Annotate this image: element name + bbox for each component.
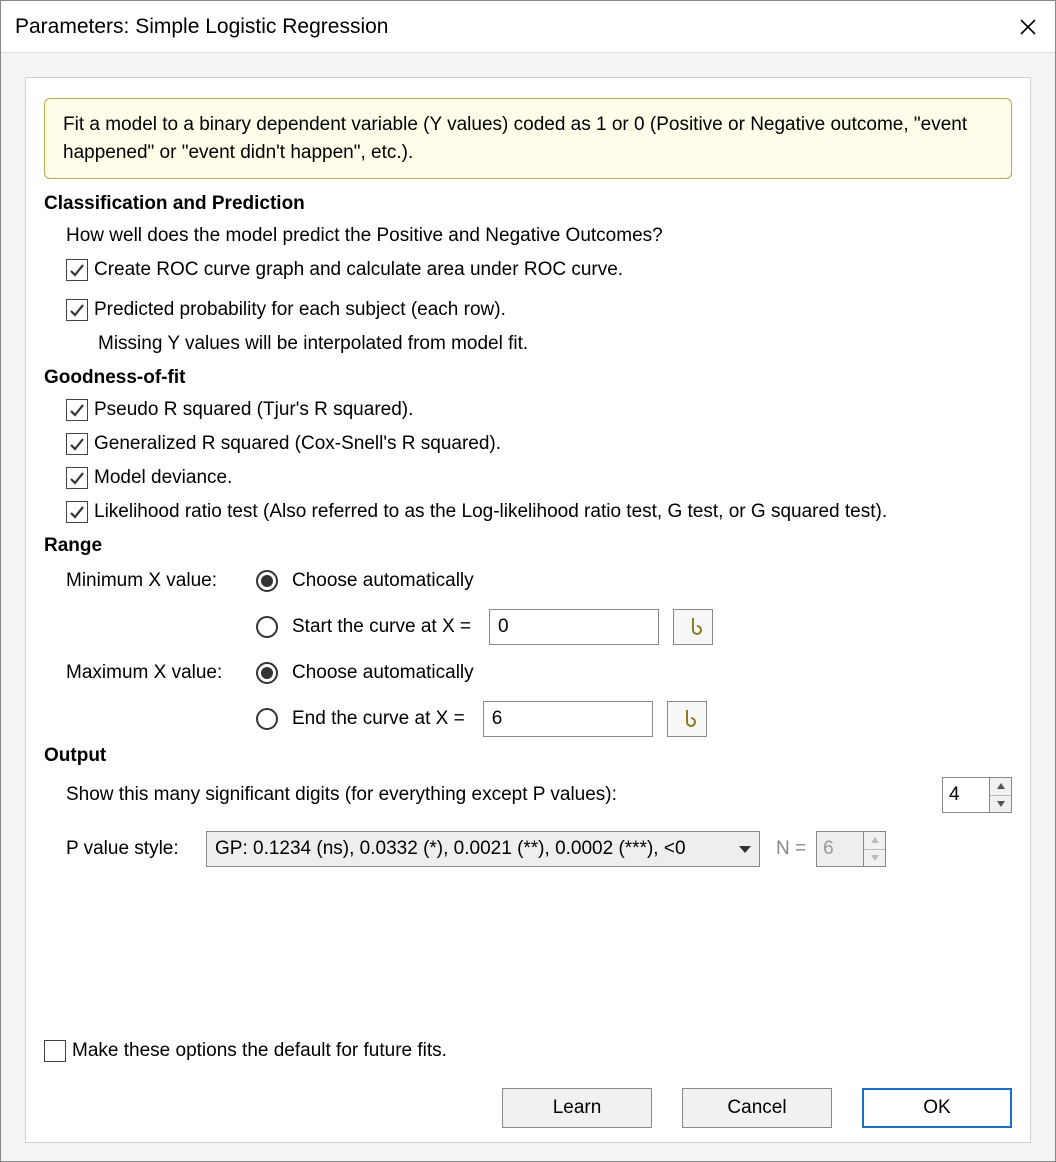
predicted-label: Predicted probability for each subject (… [94,297,506,323]
min-manual-option: Start the curve at X = [256,607,1012,647]
digits-label: Show this many significant digits (for e… [66,784,932,806]
default-checkbox[interactable] [44,1040,66,1062]
check-icon [69,262,85,278]
digits-row: Show this many significant digits (for e… [66,777,1012,813]
digits-input[interactable] [942,777,990,813]
digits-spinner[interactable] [942,777,1012,813]
triangle-up-icon [871,837,879,843]
min-manual-label: Start the curve at X = [292,616,471,638]
deviance-label: Model deviance. [94,465,232,491]
deviance-row: Model deviance. [66,461,1012,495]
max-manual-option: End the curve at X = [256,699,1012,739]
lrt-row: Likelihood ratio test (Also referred to … [66,495,1012,529]
lrt-checkbox[interactable] [66,501,88,523]
info-box: Fit a model to a binary dependent variab… [44,98,1012,179]
roc-label: Create ROC curve graph and calculate are… [94,257,623,283]
close-button[interactable] [1015,14,1041,40]
min-hook-button[interactable] [673,609,713,645]
deviance-checkbox[interactable] [66,467,88,489]
button-bar: Learn Cancel OK [44,1080,1012,1128]
close-icon [1019,18,1037,36]
triangle-down-icon [997,801,1005,807]
max-auto-option: Choose automatically [256,653,1012,693]
triangle-down-icon [871,855,879,861]
window-title: Parameters: Simple Logistic Regression [15,15,389,39]
ok-button[interactable]: OK [862,1088,1012,1128]
learn-button[interactable]: Learn [502,1088,652,1128]
pstyle-dropdown[interactable]: GP: 0.1234 (ns), 0.0332 (*), 0.0021 (**)… [206,831,760,867]
hook-icon [678,708,696,730]
default-label: Make these options the default for futur… [72,1040,447,1062]
n-down-button [864,850,885,867]
check-icon [69,302,85,318]
range-grid: Minimum X value: Choose automatically St… [66,561,1012,739]
n-up-button [864,832,885,850]
min-manual-radio[interactable] [256,616,278,638]
main-panel: Fit a model to a binary dependent variab… [25,77,1031,1143]
check-icon [69,402,85,418]
title-bar: Parameters: Simple Logistic Regression [1,1,1055,53]
cancel-button[interactable]: Cancel [682,1088,832,1128]
min-auto-radio[interactable] [256,570,278,592]
check-icon [69,470,85,486]
max-auto-radio[interactable] [256,662,278,684]
n-label: N = [776,838,806,860]
dialog-body: Fit a model to a binary dependent variab… [1,53,1055,1161]
dialog-window: Parameters: Simple Logistic Regression F… [0,0,1056,1162]
cox-row: Generalized R squared (Cox-Snell's R squ… [66,427,1012,461]
section-header-output: Output [44,745,1012,767]
hook-icon [684,616,702,638]
section-header-classification: Classification and Prediction [44,193,1012,215]
digits-down-button[interactable] [990,796,1011,813]
n-spinner [816,831,886,867]
roc-checkbox[interactable] [66,259,88,281]
pstyle-value: GP: 0.1234 (ns), 0.0332 (*), 0.0021 (**)… [215,838,733,860]
min-x-label: Minimum X value: [66,570,256,592]
max-x-input[interactable] [483,701,653,737]
n-input [816,831,864,867]
min-auto-option: Choose automatically [256,561,1012,601]
section-header-goodness: Goodness-of-fit [44,367,1012,389]
pvalue-row: P value style: GP: 0.1234 (ns), 0.0332 (… [66,831,1012,867]
chevron-down-icon [739,838,751,860]
pstyle-label: P value style: [66,838,196,860]
triangle-up-icon [997,783,1005,789]
default-row: Make these options the default for futur… [44,1040,1012,1062]
cox-label: Generalized R squared (Cox-Snell's R squ… [94,431,501,457]
check-icon [69,436,85,452]
max-hook-button[interactable] [667,701,707,737]
pseudo-row: Pseudo R squared (Tjur's R squared). [66,393,1012,427]
pseudo-label: Pseudo R squared (Tjur's R squared). [94,397,413,423]
predicted-sub: Missing Y values will be interpolated fr… [98,327,1012,361]
pseudo-checkbox[interactable] [66,399,88,421]
max-manual-radio[interactable] [256,708,278,730]
roc-row: Create ROC curve graph and calculate are… [66,253,1012,287]
predicted-checkbox[interactable] [66,299,88,321]
classification-intro: How well does the model predict the Posi… [66,219,1012,253]
cox-checkbox[interactable] [66,433,88,455]
digits-up-button[interactable] [990,778,1011,796]
max-auto-label: Choose automatically [292,662,474,684]
lrt-label: Likelihood ratio test (Also referred to … [94,499,887,525]
check-icon [69,504,85,520]
predicted-row: Predicted probability for each subject (… [66,293,1012,327]
min-auto-label: Choose automatically [292,570,474,592]
max-manual-label: End the curve at X = [292,708,465,730]
section-header-range: Range [44,535,1012,557]
min-x-input[interactable] [489,609,659,645]
max-x-label: Maximum X value: [66,662,256,684]
